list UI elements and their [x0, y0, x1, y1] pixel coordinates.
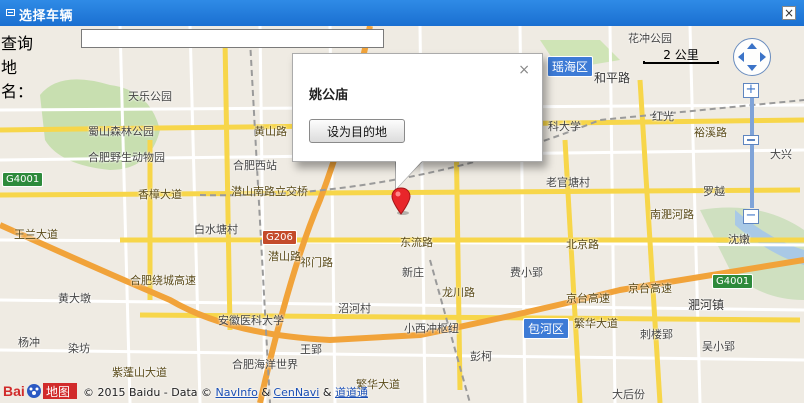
map-label: 北京路 — [566, 238, 599, 251]
map-label: 合肥海洋世界 — [232, 358, 298, 371]
map-label: 黄山路 — [254, 125, 287, 138]
pan-control — [733, 38, 771, 76]
highway-shield: G4001 — [712, 274, 754, 289]
pan-up-arrow-icon[interactable] — [747, 43, 757, 49]
info-window: × 姚公庙 设为目的地 — [292, 53, 543, 162]
copyright-text: © 2015 Baidu - Data © NavInfo & CenNavi … — [83, 384, 368, 400]
navinfo-link[interactable]: NavInfo — [216, 386, 258, 399]
map-label: 红光 — [652, 110, 674, 123]
district-badge: 包河区 — [523, 318, 570, 339]
place-search-input[interactable] — [81, 29, 384, 48]
map-label: 黄大墩 — [58, 292, 91, 305]
map-label: 裕溪路 — [694, 126, 727, 139]
map-label: 淝河镇 — [688, 298, 725, 312]
title-bar: 选择车辆 × — [0, 0, 804, 26]
scale-bar: 2 公里 — [643, 46, 719, 66]
map-label: 王兰大道 — [14, 228, 58, 241]
map-label: 彭柯 — [470, 350, 492, 363]
pan-down-arrow-icon[interactable] — [747, 65, 757, 71]
window-icon — [6, 9, 15, 16]
map-label: 大后份 — [612, 388, 645, 401]
map-label: 京台高速 — [566, 292, 610, 305]
window-title: 选择车辆 — [19, 9, 74, 24]
map-label: 吴小郢 — [702, 340, 735, 353]
map-label: 潜山路 — [268, 250, 301, 263]
highway-shield: G4001 — [2, 172, 44, 187]
pan-right-arrow-icon[interactable] — [760, 52, 766, 62]
district-badge: 瑶海区 — [547, 56, 594, 77]
map-label: 天乐公园 — [128, 90, 172, 103]
svg-text:Bai: Bai — [3, 383, 25, 399]
map-label: 祁门路 — [300, 256, 333, 269]
map-label: 新庄 — [402, 266, 424, 279]
map-label: 香樟大道 — [138, 188, 182, 201]
map-label: 京台高速 — [628, 282, 672, 295]
map-label: 费小郢 — [510, 266, 543, 279]
map-label: 罗越 — [703, 185, 725, 198]
map-label: 杨冲 — [18, 336, 40, 349]
map-label: 沈嫩 — [728, 233, 750, 246]
zoom-slider-handle[interactable] — [743, 135, 759, 145]
pan-left-arrow-icon[interactable] — [738, 52, 744, 62]
map-label: 染坊 — [68, 342, 90, 355]
map-label: 紫蓬山大道 — [112, 366, 167, 379]
copyright-amp: & — [322, 386, 332, 399]
cennavi-link[interactable]: CenNavi — [273, 386, 319, 399]
scale-line — [643, 61, 719, 64]
map-label: 合肥野生动物园 — [88, 151, 165, 164]
zoom-out-button[interactable]: − — [743, 209, 759, 224]
map-label: 南淝河路 — [650, 208, 694, 221]
map-label: 繁华大道 — [574, 317, 618, 330]
popup-close-icon[interactable]: × — [518, 62, 530, 78]
map-label: 合肥西站 — [233, 159, 277, 172]
zoom-in-button[interactable]: + — [743, 83, 759, 98]
map-label: 东流路 — [400, 236, 433, 249]
zoom-track[interactable] — [750, 94, 754, 208]
copyright-amp: & — [261, 386, 270, 399]
map-label: 刺楼郢 — [640, 328, 673, 341]
map-label: 龙川路 — [442, 286, 475, 299]
daodaotong-link[interactable]: 道道通 — [335, 386, 368, 399]
popup-title: 姚公庙 — [309, 88, 349, 103]
set-destination-button[interactable]: 设为目的地 — [309, 119, 405, 143]
query-label: 查询地名： — [1, 34, 34, 101]
map-marker-icon[interactable] — [391, 187, 411, 215]
map-label: 合肥绕城高速 — [130, 274, 196, 287]
map-label: 和平路 — [594, 71, 631, 85]
map-label: 白水塘村 — [194, 223, 238, 236]
popup-tail — [396, 161, 422, 189]
map-label: 潜山南路立交桥 — [231, 185, 308, 198]
svg-text:地图: 地图 — [46, 385, 70, 399]
map-label: 王郢 — [300, 343, 322, 356]
map-label: 科大学 — [548, 120, 581, 133]
baidu-map-logo: Bai 地图 — [3, 383, 77, 399]
map-label: 安徽医科大学 — [218, 314, 284, 327]
map-label: 花冲公园 — [628, 32, 672, 45]
highway-shield: G206 — [262, 230, 297, 245]
copyright-prefix: © 2015 Baidu - Data © — [83, 386, 213, 399]
map-label: 大兴 — [770, 148, 792, 161]
map-label: 蜀山森林公园 — [88, 125, 154, 138]
close-button[interactable]: × — [782, 6, 796, 20]
map-label: 小西冲枢纽 — [404, 322, 459, 335]
map-label: 沼河村 — [338, 302, 371, 315]
map-label: 老官塘村 — [546, 176, 590, 189]
